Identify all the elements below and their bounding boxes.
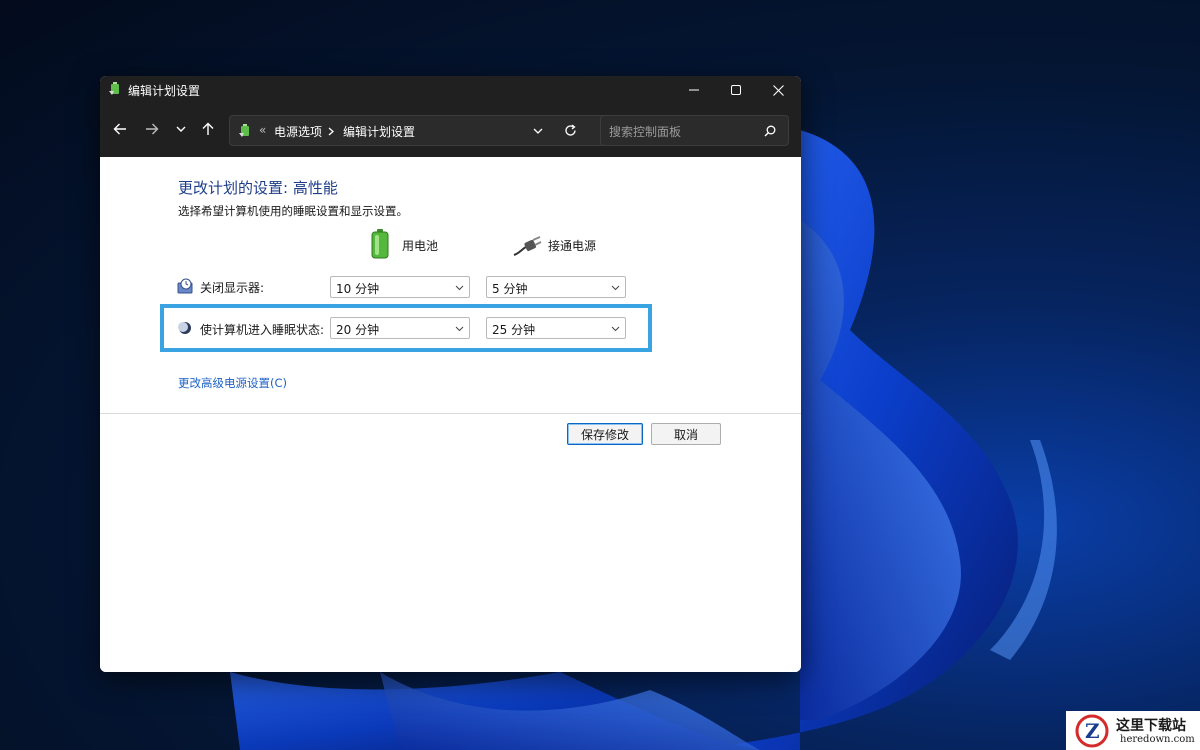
sleep-battery-value: 20 分钟	[336, 323, 380, 337]
power-options-icon	[239, 124, 249, 137]
svg-text:Z: Z	[1085, 719, 1100, 743]
arrow-up-icon	[202, 122, 214, 135]
sleep-plugged-value: 25 分钟	[492, 323, 536, 337]
advanced-power-settings-link[interactable]: 更改高级电源设置(C)	[178, 375, 287, 391]
arrow-left-icon	[113, 123, 126, 135]
chevron-down-icon	[455, 285, 464, 291]
minimize-button[interactable]	[673, 76, 715, 104]
battery-column-header: 用电池	[402, 239, 439, 253]
sleep-label: 使计算机进入睡眠状态:	[200, 323, 325, 337]
display-battery-value: 10 分钟	[336, 282, 380, 296]
sleep-battery-select[interactable]: 20 分钟	[330, 317, 470, 339]
maximize-icon	[731, 85, 741, 95]
up-button[interactable]	[197, 118, 219, 140]
breadcrumb-overflow[interactable]: «	[259, 123, 266, 137]
watermark-name: 这里下载站	[1116, 718, 1186, 734]
edit-plan-window: 编辑计划设置 « 电源选项 编辑计划设置 搜索控制面板 更改计划的设置: 高性能…	[100, 76, 801, 672]
close-icon	[772, 84, 784, 96]
watermark-logo: Z	[1075, 714, 1109, 748]
title-bar: 编辑计划设置	[100, 76, 801, 104]
display-clock-icon	[177, 278, 193, 294]
recent-locations-button[interactable]	[170, 118, 192, 140]
chevron-down-icon	[176, 126, 186, 132]
chevron-down-icon	[455, 326, 464, 332]
watermark-url: heredown.com	[1120, 734, 1195, 745]
page-title: 更改计划的设置: 高性能	[178, 179, 338, 197]
breadcrumb-edit-plan[interactable]: 编辑计划设置	[343, 123, 415, 140]
cancel-button[interactable]: 取消	[651, 423, 721, 445]
page-subtitle: 选择希望计算机使用的睡眠设置和显示设置。	[178, 204, 408, 218]
search-placeholder: 搜索控制面板	[609, 125, 682, 139]
chevron-right-icon	[328, 127, 334, 136]
minimize-icon	[689, 89, 699, 91]
divider	[100, 413, 801, 414]
refresh-icon[interactable]	[564, 124, 577, 137]
maximize-button[interactable]	[715, 76, 757, 104]
moon-icon	[178, 322, 191, 334]
search-input[interactable]: 搜索控制面板	[600, 115, 789, 146]
display-battery-select[interactable]: 10 分钟	[330, 276, 470, 298]
breadcrumb-power-options[interactable]: 电源选项	[274, 123, 322, 140]
search-icon	[764, 125, 776, 137]
arrow-right-icon	[146, 123, 159, 135]
power-options-icon	[109, 82, 119, 95]
display-plugged-value: 5 分钟	[492, 282, 528, 296]
chevron-down-icon	[611, 285, 620, 291]
display-plugged-select[interactable]: 5 分钟	[486, 276, 626, 298]
site-watermark: Z 这里下载站 heredown.com	[1066, 711, 1200, 750]
chevron-down-icon	[611, 326, 620, 332]
battery-icon	[371, 229, 389, 259]
close-button[interactable]	[757, 76, 799, 104]
chevron-down-icon[interactable]	[533, 127, 543, 136]
navigation-bar: « 电源选项 编辑计划设置 搜索控制面板	[100, 104, 801, 157]
plugged-column-header: 接通电源	[548, 239, 597, 253]
save-button[interactable]: 保存修改	[567, 423, 643, 445]
back-button[interactable]	[109, 118, 131, 140]
sleep-plugged-select[interactable]: 25 分钟	[486, 317, 626, 339]
power-plug-icon	[513, 236, 542, 256]
window-title: 编辑计划设置	[128, 84, 201, 98]
main-content: 更改计划的设置: 高性能 选择希望计算机使用的睡眠设置和显示设置。 用电池 接通…	[100, 157, 801, 672]
turn-off-display-label: 关闭显示器:	[200, 281, 265, 295]
forward-button[interactable]	[141, 118, 163, 140]
